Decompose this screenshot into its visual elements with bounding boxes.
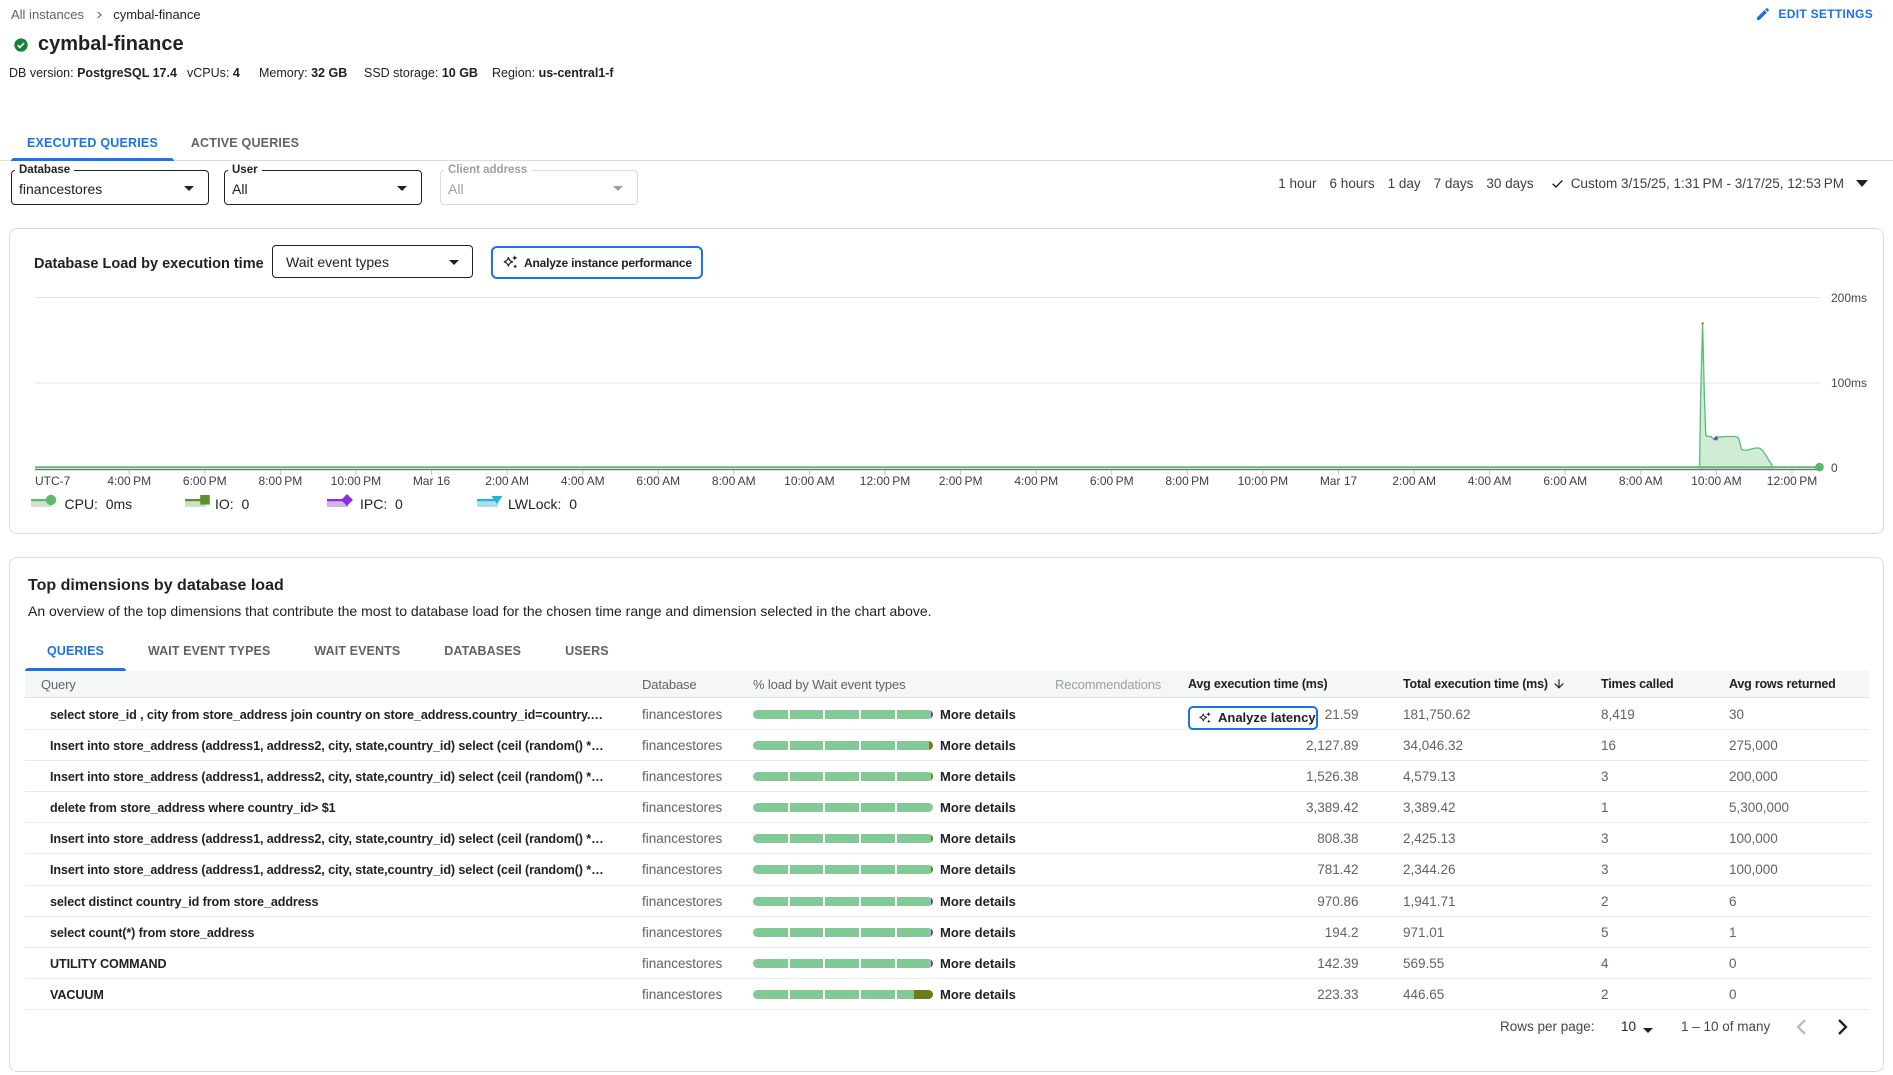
svg-text:10:00 AM: 10:00 AM	[1691, 474, 1741, 488]
svg-text:10:00 PM: 10:00 PM	[331, 474, 381, 488]
svg-text:6:00 PM: 6:00 PM	[1090, 474, 1134, 488]
svg-text:2:00 AM: 2:00 AM	[1392, 474, 1436, 488]
svg-text:Mar 16: Mar 16	[413, 474, 451, 488]
svg-text:10:00 PM: 10:00 PM	[1238, 474, 1288, 488]
svg-text:8:00 AM: 8:00 AM	[1619, 474, 1663, 488]
svg-text:8:00 PM: 8:00 PM	[1165, 474, 1209, 488]
svg-text:2:00 AM: 2:00 AM	[485, 474, 529, 488]
svg-text:4:00 AM: 4:00 AM	[1468, 474, 1512, 488]
svg-text:6:00 AM: 6:00 AM	[1543, 474, 1587, 488]
svg-text:6:00 PM: 6:00 PM	[183, 474, 227, 488]
svg-text:12:00 PM: 12:00 PM	[1767, 474, 1817, 488]
svg-text:200ms: 200ms	[1831, 291, 1867, 305]
svg-text:2:00 PM: 2:00 PM	[939, 474, 983, 488]
svg-text:4:00 PM: 4:00 PM	[1014, 474, 1058, 488]
svg-text:8:00 AM: 8:00 AM	[712, 474, 756, 488]
svg-text:0: 0	[1831, 461, 1838, 475]
svg-text:Mar 17: Mar 17	[1320, 474, 1358, 488]
svg-text:100ms: 100ms	[1831, 376, 1867, 390]
svg-text:8:00 PM: 8:00 PM	[259, 474, 303, 488]
svg-text:12:00 PM: 12:00 PM	[860, 474, 910, 488]
svg-text:4:00 AM: 4:00 AM	[561, 474, 605, 488]
svg-text:UTC-7: UTC-7	[35, 474, 71, 488]
svg-text:10:00 AM: 10:00 AM	[784, 474, 834, 488]
svg-text:6:00 AM: 6:00 AM	[636, 474, 680, 488]
svg-text:4:00 PM: 4:00 PM	[107, 474, 151, 488]
